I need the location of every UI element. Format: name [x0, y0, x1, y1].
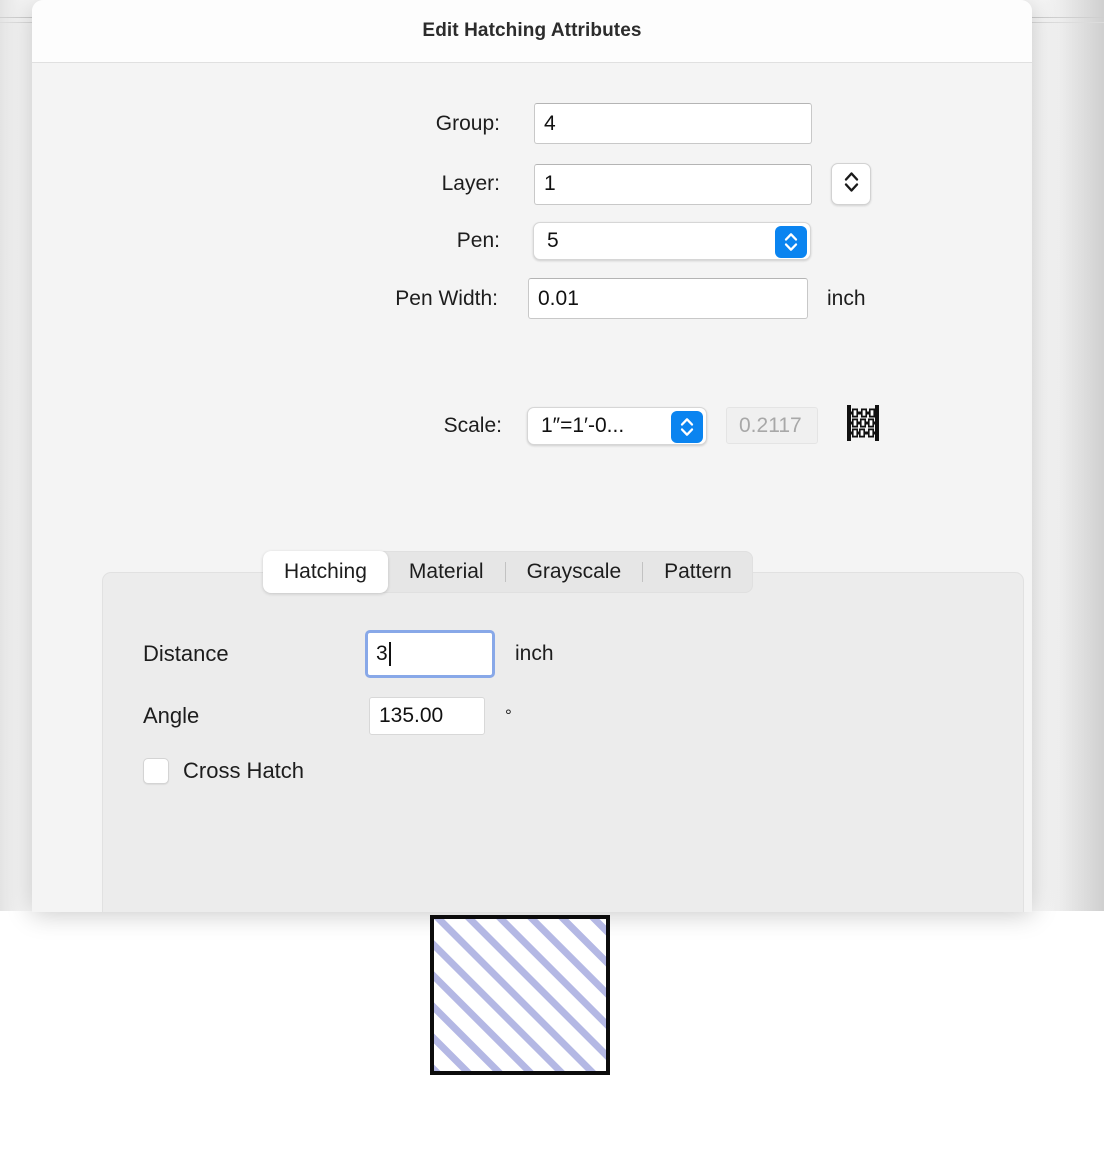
tab-bar: Hatching Material Grayscale Pattern [263, 551, 753, 593]
tab-material[interactable]: Material [388, 551, 505, 593]
scale-computed-field: 0.2117 [726, 407, 818, 444]
layer-stepper[interactable] [831, 163, 871, 205]
up-down-chevron-icon [844, 169, 859, 200]
pen-width-label: Pen Width: [395, 286, 498, 310]
angle-row: Angle ° [143, 697, 623, 735]
pen-width-input[interactable] [528, 278, 808, 319]
pen-width-row: Pen Width: inch [32, 278, 892, 319]
scale-popup-button[interactable]: 1″=1′-0... [527, 406, 707, 445]
tab-pattern[interactable]: Pattern [643, 551, 753, 593]
screen: Edit Hatching Attributes Group: Layer: [0, 0, 1104, 1152]
dialog-title: Edit Hatching Attributes [422, 20, 642, 41]
layer-label: Layer: [441, 172, 500, 195]
pen-row: Pen: 5 [32, 222, 822, 260]
group-input[interactable] [534, 103, 812, 144]
distance-row: Distance 3 inch [143, 630, 623, 678]
edit-hatching-attributes-dialog: Edit Hatching Attributes Group: Layer: [32, 0, 1032, 912]
pen-popup-chevron-icon [775, 226, 807, 258]
distance-unit-label: inch [515, 642, 554, 665]
layer-input[interactable] [534, 163, 812, 205]
cross-hatch-checkbox[interactable] [143, 758, 169, 784]
scale-popup-chevron-icon [671, 410, 703, 443]
pen-popup-button[interactable]: 5 [533, 222, 811, 260]
scale-label: Scale: [443, 413, 502, 437]
tab-content-panel: Distance 3 inch Angle ° Cross Hatch [102, 572, 1024, 912]
abacus-icon [844, 403, 882, 448]
distance-label: Distance [143, 641, 229, 666]
pen-label: Pen: [456, 229, 500, 252]
cross-hatch-row[interactable]: Cross Hatch [143, 758, 543, 784]
tab-grayscale[interactable]: Grayscale [506, 551, 643, 593]
angle-unit-label: ° [505, 706, 512, 725]
angle-label: Angle [143, 703, 200, 728]
dialog-body: Group: Layer: Pen: [32, 63, 1032, 912]
hatch-preview-square [430, 915, 610, 1075]
tab-hatching[interactable]: Hatching [263, 551, 388, 593]
hatch-pattern-svg [434, 919, 606, 1071]
pen-value: 5 [547, 229, 559, 252]
scale-calculator-button[interactable] [844, 403, 882, 448]
layer-row: Layer: [32, 163, 872, 205]
pen-width-unit-label: inch [827, 286, 866, 310]
cross-hatch-label: Cross Hatch [183, 758, 305, 783]
text-caret [388, 642, 391, 666]
angle-input[interactable] [369, 697, 485, 735]
group-row: Group: [32, 103, 812, 144]
scale-row: Scale: 1″=1′-0... 0.2117 [32, 403, 892, 448]
group-label: Group: [435, 111, 500, 135]
dialog-titlebar[interactable]: Edit Hatching Attributes [32, 0, 1032, 63]
distance-input[interactable]: 3 [365, 630, 495, 678]
distance-value: 3 [376, 642, 388, 665]
